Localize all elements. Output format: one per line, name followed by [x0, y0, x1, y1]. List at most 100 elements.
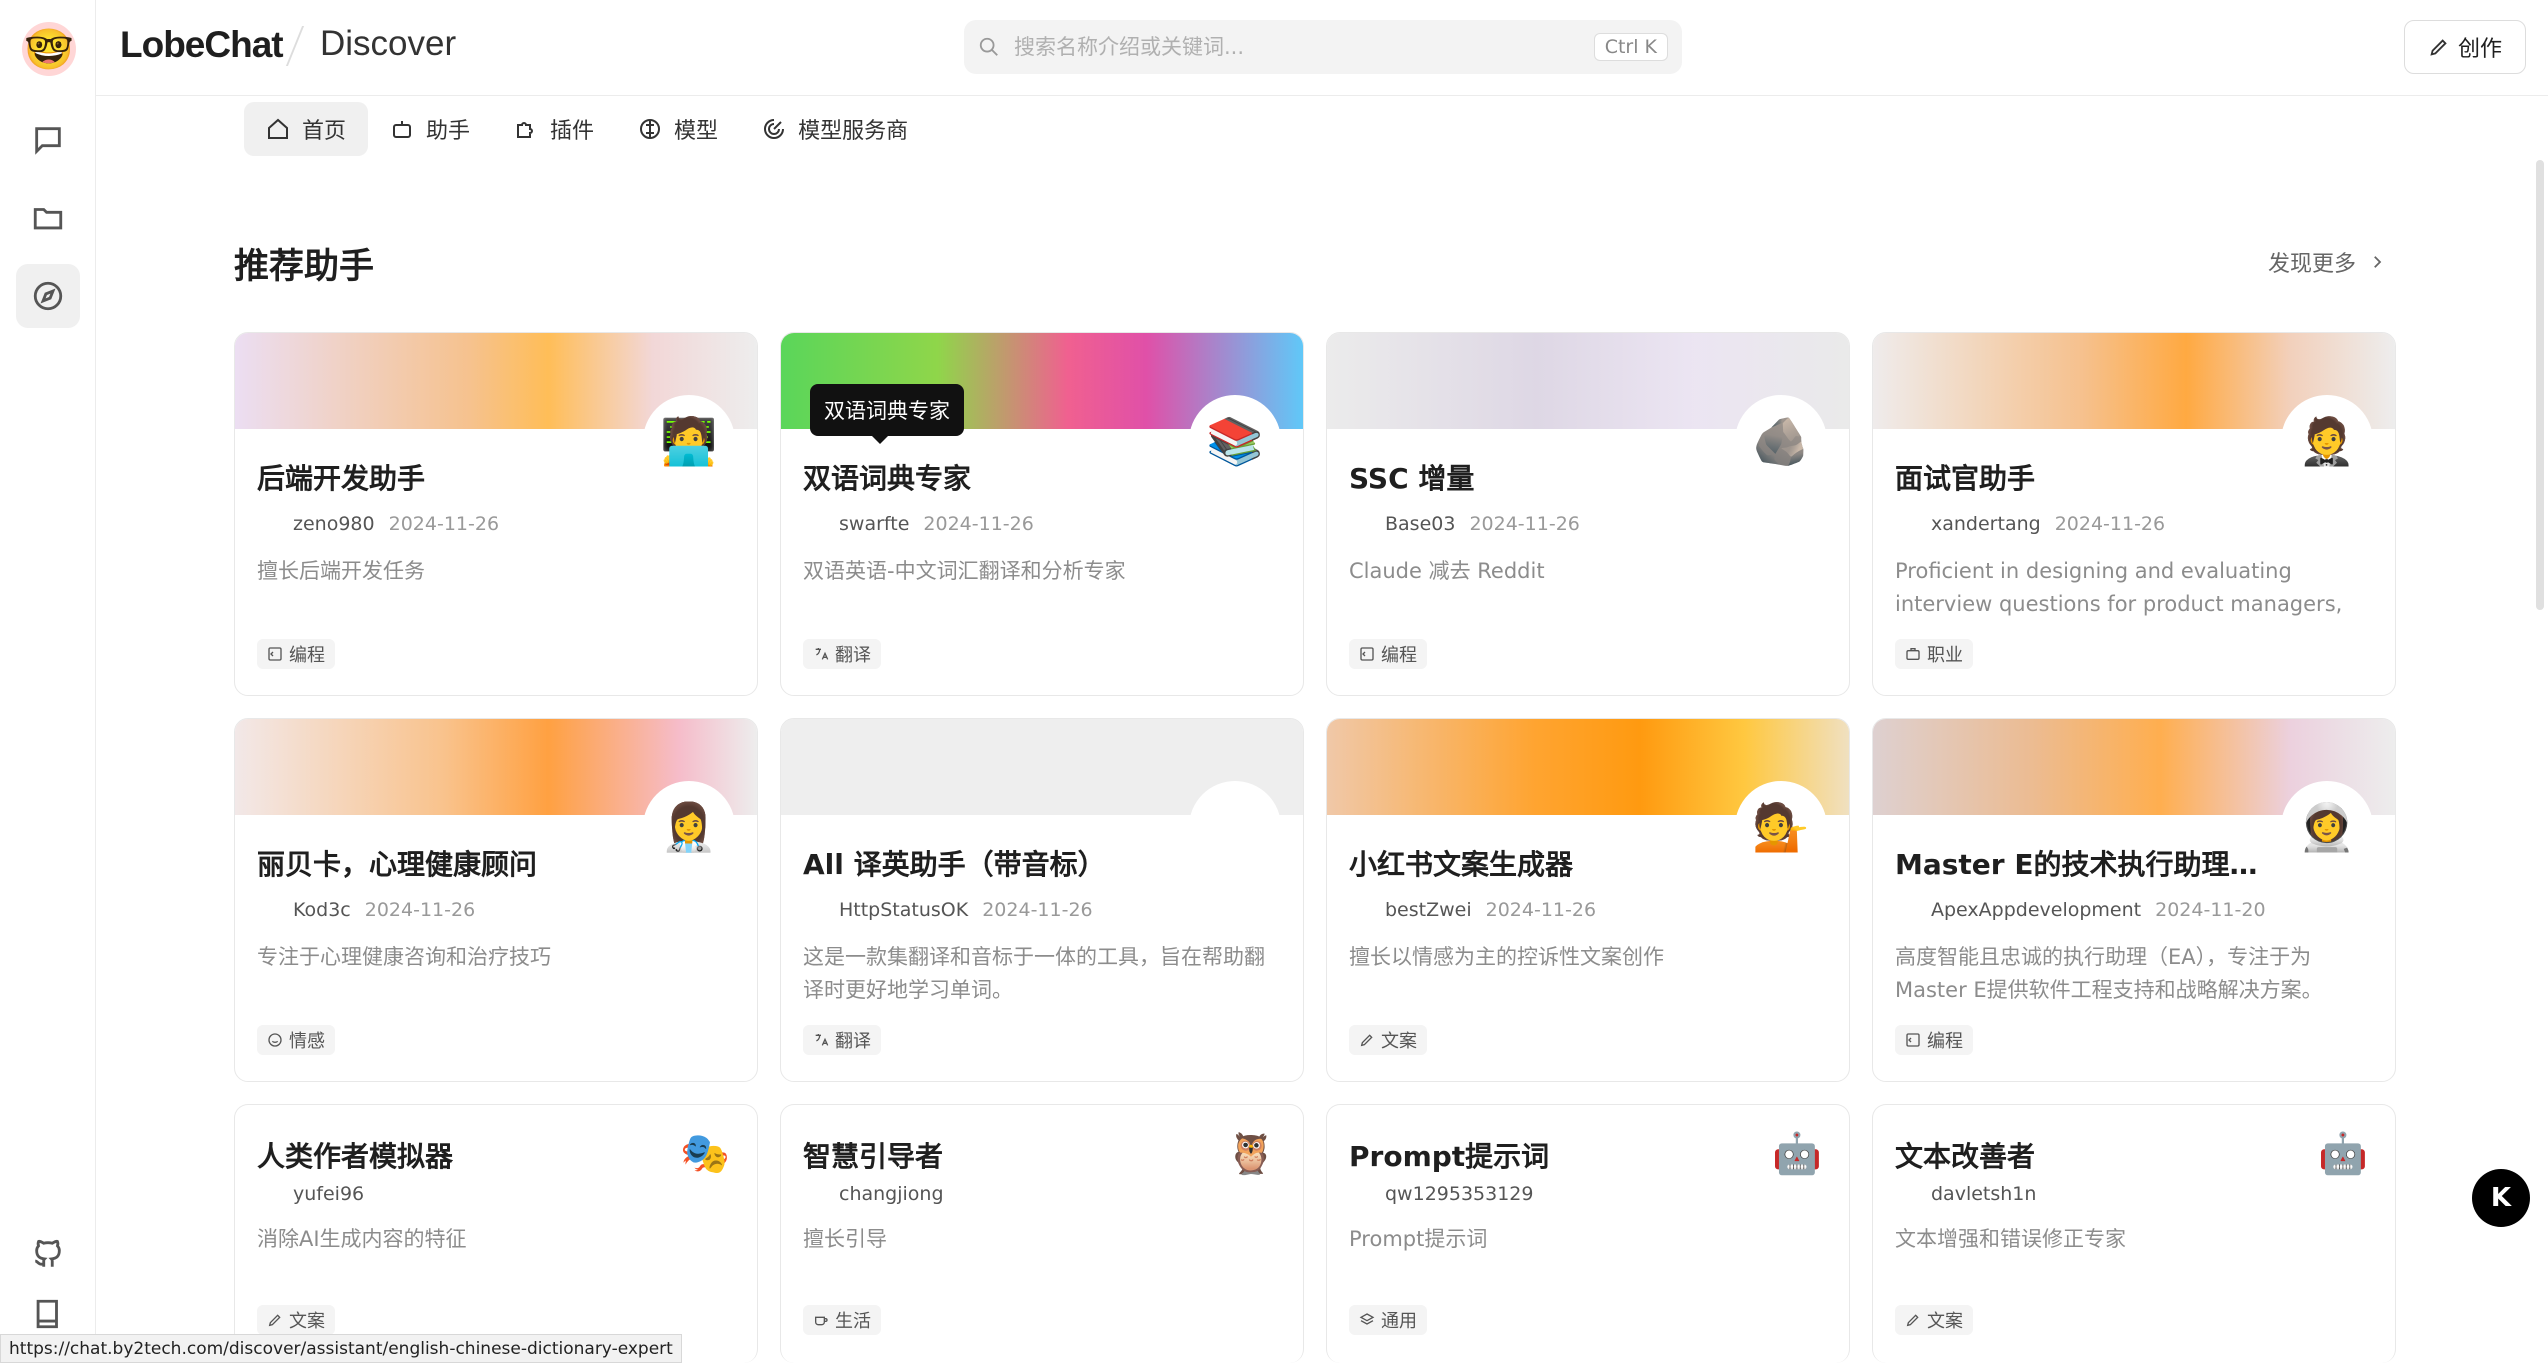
- card-title: 智慧引导者: [803, 1140, 944, 1173]
- assistant-card[interactable]: 🪨 SSC 增量 Base03 2024-11-26 Claude 减去 Redd…: [1326, 332, 1850, 696]
- translate-icon: [815, 648, 829, 660]
- assistant-card[interactable]: 🦉 智慧引导者 changjiong 擅长引导 生活: [780, 1104, 1304, 1363]
- card-description: 擅长引导: [803, 1227, 887, 1251]
- tab-providers[interactable]: 模型服务商: [740, 102, 930, 156]
- assistant-card[interactable]: 🧑‍💻 后端开发助手 zeno980 2024-11-26 擅长后端开发任务 编程: [234, 332, 758, 696]
- pen-icon: [1906, 1314, 1919, 1327]
- card-author: ApexAppdevelopment: [1931, 899, 2142, 921]
- card-author: bestZwei: [1385, 899, 1472, 921]
- page-title: Discover: [320, 24, 457, 63]
- create-button-label: 创作: [2457, 37, 2502, 62]
- assistant-card[interactable]: 🤖 文本改善者 davletsh1n 文本增强和错误修正专家 文案: [1872, 1104, 2396, 1363]
- card-title: 小红书文案生成器: [1349, 848, 1574, 881]
- card-description: Prompt提示词: [1349, 1227, 1488, 1251]
- discover-nav-button[interactable]: [16, 264, 80, 328]
- card-title: Prompt提示词: [1349, 1140, 1550, 1173]
- bot-icon: [393, 121, 412, 138]
- translate-icon: [815, 1034, 829, 1046]
- card-title: 双语词典专家: [803, 462, 972, 495]
- card-tag-label: 编程: [1927, 1031, 1963, 1052]
- card-tag-label: 文案: [289, 1311, 325, 1332]
- card-description: 专注于心理健康咨询和治疗技巧: [257, 945, 551, 969]
- brain-icon: [640, 119, 661, 139]
- files-nav-button[interactable]: [16, 186, 80, 250]
- card-tag: 编程: [257, 639, 335, 669]
- card-tag-label: 通用: [1381, 1311, 1417, 1332]
- user-avatar[interactable]: 🤓: [22, 22, 76, 76]
- pen-icon: [268, 1314, 281, 1327]
- card-author: davletsh1n: [1931, 1183, 2037, 1205]
- brand-logo[interactable]: LobeChat: [120, 24, 284, 66]
- card-author: yufei96: [293, 1183, 365, 1205]
- chat-icon: [35, 127, 61, 155]
- card-tag: 职业: [1895, 639, 1973, 669]
- card-meta: changjiong: [839, 1183, 944, 1205]
- code-icon: [268, 647, 282, 661]
- card-meta: HttpStatusOK 2024-11-26: [839, 899, 1093, 921]
- assistant-card[interactable]: 👩‍🚀 Master E的技术执行助理（… ApexAppdevelopment…: [1872, 718, 2396, 1082]
- tab-home[interactable]: 首页: [244, 102, 369, 156]
- card-tag: 翻译: [803, 1025, 881, 1055]
- assistant-card[interactable]: 🤵 面试官助手 xandertang 2024-11-26 Proficient …: [1872, 332, 2396, 696]
- card-meta: yufei96: [293, 1183, 364, 1205]
- card-author: swarfte: [839, 513, 910, 535]
- tab-assistants[interactable]: 助手: [368, 102, 492, 156]
- tab-plugins[interactable]: 插件: [492, 102, 616, 156]
- card-tag: 编程: [1895, 1025, 1973, 1055]
- layers-icon: [1359, 1313, 1375, 1325]
- card-tag: 文案: [1349, 1025, 1427, 1055]
- card-description: 擅长后端开发任务: [257, 559, 425, 583]
- card-avatar: 🤵: [2281, 395, 2373, 487]
- scrollbar[interactable]: [2536, 160, 2544, 610]
- tab-label: 模型: [674, 119, 719, 144]
- card-meta: ApexAppdevelopment 2024-11-20: [1931, 899, 2266, 921]
- github-button[interactable]: [16, 1222, 80, 1286]
- card-meta: xandertang 2024-11-26: [1931, 513, 2165, 535]
- card-avatar: 👩‍🚀: [2281, 781, 2373, 873]
- discover-more-link[interactable]: 发现更多: [2268, 246, 2386, 278]
- section-title: 推荐助手: [234, 247, 375, 287]
- card-tag-label: 职业: [1927, 645, 1963, 666]
- tab-models[interactable]: 模型: [616, 102, 740, 156]
- card-title-tooltip: 双语词典专家: [810, 384, 964, 444]
- sidebar: 🤓: [0, 0, 96, 1363]
- search-icon: [979, 37, 998, 56]
- card-avatar: 🦉: [1226, 1130, 1276, 1177]
- card-date: 2024-11-20: [2155, 899, 2266, 921]
- card-meta: swarfte 2024-11-26: [839, 513, 1034, 535]
- assistant-card[interactable]: All 译英助手（带音标） HttpStatusOK 2024-11-26 这是一…: [780, 718, 1304, 1082]
- search-input[interactable]: [1014, 35, 1594, 59]
- assistant-card[interactable]: 🎭 人类作者模拟器 yufei96 消除AI生成内容的特征 文案: [234, 1104, 758, 1363]
- card-meta: Base03 2024-11-26: [1385, 513, 1580, 535]
- card-description: 双语英语-中文词汇翻译和分析专家: [803, 559, 1126, 583]
- chat-nav-button[interactable]: [16, 108, 80, 172]
- search-box[interactable]: Ctrl K: [964, 20, 1682, 74]
- home-icon: [268, 118, 288, 139]
- card-tag-label: 翻译: [835, 645, 871, 666]
- floating-assistant-button[interactable]: K: [2472, 1169, 2530, 1227]
- github-icon: [34, 1239, 61, 1267]
- card-avatar: [1189, 781, 1281, 873]
- card-avatar: 📚: [1189, 395, 1281, 487]
- card-title: All 译英助手（带音标）: [803, 848, 1106, 881]
- assistant-card[interactable]: 🤖 Prompt提示词 qw1295353129 Prompt提示词 通用: [1326, 1104, 1850, 1363]
- tab-label: 助手: [426, 119, 471, 144]
- card-title: 后端开发助手: [257, 462, 426, 495]
- compass-icon: [33, 281, 63, 311]
- pen-icon: [2430, 39, 2447, 56]
- card-description: Claude 减去 Reddit: [1349, 559, 1545, 583]
- card-tag: 生活: [803, 1305, 881, 1335]
- link-status-bar: https://chat.by2tech.com/discover/assist…: [0, 1334, 682, 1363]
- card-author: changjiong: [839, 1183, 944, 1205]
- provider-icon: [764, 119, 785, 139]
- book-icon: [36, 1299, 58, 1329]
- card-meta: Kod3c 2024-11-26: [293, 899, 475, 921]
- card-tag: 通用: [1349, 1305, 1427, 1335]
- card-description: 这是一款集翻译和音标于一体的工具，旨在帮助翻译时更好地学习单词。: [803, 945, 1265, 1002]
- assistant-card[interactable]: 👩‍⚕️ 丽贝卡，心理健康顾问 Kod3c 2024-11-26 专注于心理健康咨…: [234, 718, 758, 1082]
- create-button[interactable]: 创作: [2404, 20, 2526, 74]
- card-title: Master E的技术执行助理（…: [1895, 848, 2285, 881]
- assistant-card[interactable]: 💁 小红书文案生成器 bestZwei 2024-11-26 擅长以情感为主的控诉…: [1326, 718, 1850, 1082]
- card-avatar: 🧑‍💻: [643, 395, 735, 487]
- card-tag-label: 编程: [1381, 645, 1417, 666]
